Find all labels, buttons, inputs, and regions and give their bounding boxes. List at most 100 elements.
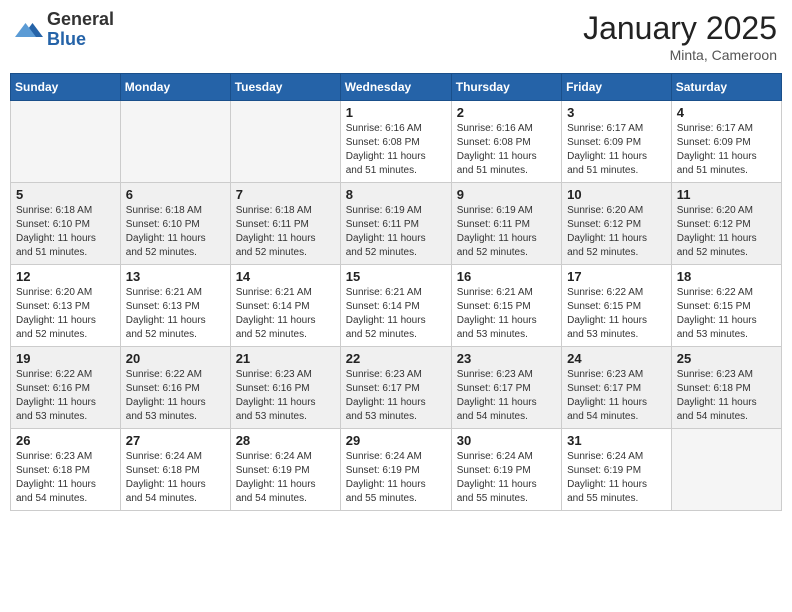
- calendar-cell: [120, 101, 230, 183]
- calendar-cell: [11, 101, 121, 183]
- day-number: 28: [236, 433, 335, 448]
- day-info: Sunrise: 6:21 AM Sunset: 6:14 PM Dayligh…: [346, 286, 446, 342]
- day-number: 27: [126, 433, 225, 448]
- day-info: Sunrise: 6:24 AM Sunset: 6:19 PM Dayligh…: [457, 450, 556, 506]
- weekday-header-friday: Friday: [562, 74, 672, 101]
- calendar-cell: 4 Sunrise: 6:17 AM Sunset: 6:09 PM Daylig…: [671, 101, 781, 183]
- day-number: 26: [16, 433, 115, 448]
- calendar-cell: 14 Sunrise: 6:21 AM Sunset: 6:14 PM Dayli…: [230, 265, 340, 347]
- day-number: 19: [16, 351, 115, 366]
- calendar-cell: [671, 429, 781, 511]
- calendar-cell: 24 Sunrise: 6:23 AM Sunset: 6:17 PM Dayli…: [562, 347, 672, 429]
- day-number: 14: [236, 269, 335, 284]
- day-info: Sunrise: 6:23 AM Sunset: 6:18 PM Dayligh…: [677, 368, 776, 424]
- day-number: 12: [16, 269, 115, 284]
- day-info: Sunrise: 6:22 AM Sunset: 6:16 PM Dayligh…: [126, 368, 225, 424]
- day-number: 30: [457, 433, 556, 448]
- day-info: Sunrise: 6:16 AM Sunset: 6:08 PM Dayligh…: [457, 122, 556, 178]
- day-number: 5: [16, 187, 115, 202]
- calendar-cell: 8 Sunrise: 6:19 AM Sunset: 6:11 PM Daylig…: [340, 183, 451, 265]
- day-number: 8: [346, 187, 446, 202]
- day-number: 22: [346, 351, 446, 366]
- day-number: 4: [677, 105, 776, 120]
- day-number: 24: [567, 351, 666, 366]
- day-number: 18: [677, 269, 776, 284]
- day-info: Sunrise: 6:23 AM Sunset: 6:18 PM Dayligh…: [16, 450, 115, 506]
- calendar-cell: 17 Sunrise: 6:22 AM Sunset: 6:15 PM Dayli…: [562, 265, 672, 347]
- calendar-cell: 7Sunrise: 6:18 AM Sunset: 6:11 PM Daylig…: [230, 183, 340, 265]
- calendar-week-row: 1 Sunrise: 6:16 AM Sunset: 6:08 PM Daylig…: [11, 101, 782, 183]
- day-info: Sunrise: 6:21 AM Sunset: 6:14 PM Dayligh…: [236, 286, 335, 342]
- day-number: 29: [346, 433, 446, 448]
- day-number: 17: [567, 269, 666, 284]
- day-number: 16: [457, 269, 556, 284]
- day-info: Sunrise: 6:24 AM Sunset: 6:19 PM Dayligh…: [236, 450, 335, 506]
- calendar-cell: 11Sunrise: 6:20 AM Sunset: 6:12 PM Dayli…: [671, 183, 781, 265]
- day-info: Sunrise: 6:22 AM Sunset: 6:15 PM Dayligh…: [677, 286, 776, 342]
- day-number: 21: [236, 351, 335, 366]
- logo-text: General Blue: [47, 10, 114, 50]
- weekday-header-tuesday: Tuesday: [230, 74, 340, 101]
- calendar-week-row: 26 Sunrise: 6:23 AM Sunset: 6:18 PM Dayli…: [11, 429, 782, 511]
- calendar-cell: 25Sunrise: 6:23 AM Sunset: 6:18 PM Dayli…: [671, 347, 781, 429]
- logo-general-label: General: [47, 10, 114, 30]
- calendar-cell: 10 Sunrise: 6:20 AM Sunset: 6:12 PM Dayli…: [562, 183, 672, 265]
- calendar-cell: 2 Sunrise: 6:16 AM Sunset: 6:08 PM Daylig…: [451, 101, 561, 183]
- location-label: Minta, Cameroon: [583, 47, 777, 63]
- day-number: 1: [346, 105, 446, 120]
- day-info: Sunrise: 6:22 AM Sunset: 6:15 PM Dayligh…: [567, 286, 666, 342]
- calendar-cell: 6 Sunrise: 6:18 AM Sunset: 6:10 PM Daylig…: [120, 183, 230, 265]
- day-info: Sunrise: 6:23 AM Sunset: 6:16 PM Dayligh…: [236, 368, 335, 424]
- day-info: Sunrise: 6:19 AM Sunset: 6:11 PM Dayligh…: [346, 204, 446, 260]
- calendar-cell: 29Sunrise: 6:24 AM Sunset: 6:19 PM Dayli…: [340, 429, 451, 511]
- day-number: 10: [567, 187, 666, 202]
- calendar-cell: 22 Sunrise: 6:23 AM Sunset: 6:17 PM Dayli…: [340, 347, 451, 429]
- day-info: Sunrise: 6:20 AM Sunset: 6:12 PM Dayligh…: [567, 204, 666, 260]
- page-header: General Blue January 2025 Minta, Cameroo…: [10, 10, 782, 63]
- day-number: 2: [457, 105, 556, 120]
- day-info: Sunrise: 6:20 AM Sunset: 6:13 PM Dayligh…: [16, 286, 115, 342]
- calendar-cell: [230, 101, 340, 183]
- calendar-cell: 1 Sunrise: 6:16 AM Sunset: 6:08 PM Daylig…: [340, 101, 451, 183]
- weekday-header-row: SundayMondayTuesdayWednesdayThursdayFrid…: [11, 74, 782, 101]
- weekday-header-wednesday: Wednesday: [340, 74, 451, 101]
- calendar-cell: 31 Sunrise: 6:24 AM Sunset: 6:19 PM Dayli…: [562, 429, 672, 511]
- day-number: 31: [567, 433, 666, 448]
- calendar-week-row: 19 Sunrise: 6:22 AM Sunset: 6:16 PM Dayli…: [11, 347, 782, 429]
- weekday-header-saturday: Saturday: [671, 74, 781, 101]
- day-info: Sunrise: 6:17 AM Sunset: 6:09 PM Dayligh…: [677, 122, 776, 178]
- day-info: Sunrise: 6:23 AM Sunset: 6:17 PM Dayligh…: [346, 368, 446, 424]
- calendar-week-row: 5 Sunrise: 6:18 AM Sunset: 6:10 PM Daylig…: [11, 183, 782, 265]
- day-info: Sunrise: 6:21 AM Sunset: 6:15 PM Dayligh…: [457, 286, 556, 342]
- day-info: Sunrise: 6:18 AM Sunset: 6:10 PM Dayligh…: [126, 204, 225, 260]
- calendar-cell: 30 Sunrise: 6:24 AM Sunset: 6:19 PM Dayli…: [451, 429, 561, 511]
- calendar-cell: 28 Sunrise: 6:24 AM Sunset: 6:19 PM Dayli…: [230, 429, 340, 511]
- calendar-cell: 21 Sunrise: 6:23 AM Sunset: 6:16 PM Dayli…: [230, 347, 340, 429]
- calendar-cell: 16 Sunrise: 6:21 AM Sunset: 6:15 PM Dayli…: [451, 265, 561, 347]
- calendar-cell: 26 Sunrise: 6:23 AM Sunset: 6:18 PM Dayli…: [11, 429, 121, 511]
- calendar-cell: 23Sunrise: 6:23 AM Sunset: 6:17 PM Dayli…: [451, 347, 561, 429]
- calendar-cell: 18 Sunrise: 6:22 AM Sunset: 6:15 PM Dayli…: [671, 265, 781, 347]
- day-number: 23: [457, 351, 556, 366]
- calendar-cell: 20Sunrise: 6:22 AM Sunset: 6:16 PM Dayli…: [120, 347, 230, 429]
- day-info: Sunrise: 6:19 AM Sunset: 6:11 PM Dayligh…: [457, 204, 556, 260]
- day-info: Sunrise: 6:17 AM Sunset: 6:09 PM Dayligh…: [567, 122, 666, 178]
- calendar-cell: 12 Sunrise: 6:20 AM Sunset: 6:13 PM Dayli…: [11, 265, 121, 347]
- month-title: January 2025: [583, 10, 777, 47]
- day-number: 9: [457, 187, 556, 202]
- calendar-cell: 27Sunrise: 6:24 AM Sunset: 6:18 PM Dayli…: [120, 429, 230, 511]
- calendar-cell: 15 Sunrise: 6:21 AM Sunset: 6:14 PM Dayli…: [340, 265, 451, 347]
- day-info: Sunrise: 6:24 AM Sunset: 6:19 PM Dayligh…: [567, 450, 666, 506]
- logo-blue-label: Blue: [47, 30, 114, 50]
- day-number: 15: [346, 269, 446, 284]
- day-info: Sunrise: 6:18 AM Sunset: 6:10 PM Dayligh…: [16, 204, 115, 260]
- day-info: Sunrise: 6:23 AM Sunset: 6:17 PM Dayligh…: [567, 368, 666, 424]
- day-number: 13: [126, 269, 225, 284]
- weekday-header-sunday: Sunday: [11, 74, 121, 101]
- day-number: 7: [236, 187, 335, 202]
- title-block: January 2025 Minta, Cameroon: [583, 10, 777, 63]
- weekday-header-thursday: Thursday: [451, 74, 561, 101]
- calendar-cell: 5 Sunrise: 6:18 AM Sunset: 6:10 PM Daylig…: [11, 183, 121, 265]
- day-number: 6: [126, 187, 225, 202]
- day-info: Sunrise: 6:16 AM Sunset: 6:08 PM Dayligh…: [346, 122, 446, 178]
